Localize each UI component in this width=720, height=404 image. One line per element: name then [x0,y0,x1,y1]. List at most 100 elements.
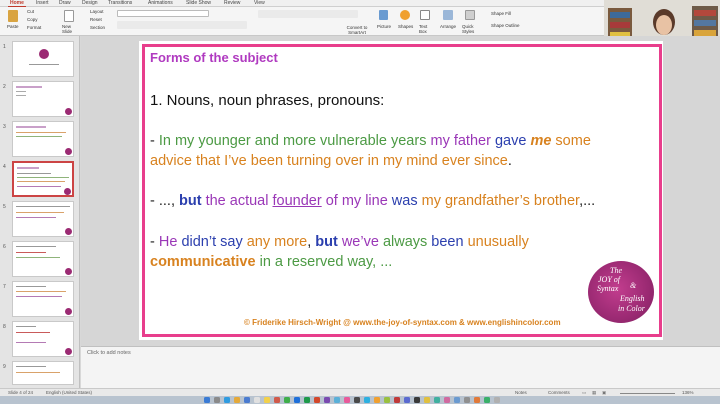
app-icon[interactable] [484,397,490,403]
app-icon[interactable] [374,397,380,403]
thumbnail-slide-4-selected[interactable] [12,161,74,197]
launchpad-icon[interactable] [214,397,220,403]
photos-icon[interactable] [274,397,280,403]
tab-transitions[interactable]: Transitions [106,0,134,7]
app-icon[interactable] [324,397,330,403]
shape-outline-button[interactable]: Shape Outline [491,23,520,29]
app-icon[interactable] [444,397,450,403]
font-name-select[interactable] [117,10,209,17]
picture-button[interactable]: Picture [377,24,391,30]
adverbial-phrase: In my younger and more vulnerable years [158,133,431,149]
sentence-1-line-1: - In my younger and more vulnerable year… [150,133,591,149]
chrome-icon[interactable] [234,397,240,403]
excel-icon[interactable] [304,397,310,403]
word-icon[interactable] [294,397,300,403]
finder-icon[interactable] [204,397,210,403]
paste-icon[interactable] [8,10,18,22]
thumbnail-slide-5[interactable] [12,201,74,237]
slide-thumbnails-pane[interactable]: 1 2 3 4 5 6 7 8 9 [0,36,80,388]
app-icon[interactable] [434,397,440,403]
tab-insert[interactable]: Insert [34,0,51,7]
thumbnail-slide-6[interactable] [12,241,74,277]
tab-view[interactable]: View [252,0,267,7]
thumbnail-slide-3[interactable] [12,121,74,157]
text-box-button[interactable]: Text Box [419,24,431,34]
subject-pronoun: He [158,234,182,250]
thumbnail-slide-9[interactable] [12,361,74,385]
trash-icon[interactable] [494,397,500,403]
notes-app-icon[interactable] [264,397,270,403]
shapes-button[interactable]: Shapes [398,24,413,30]
text-box-icon[interactable] [420,10,430,20]
tab-animations[interactable]: Animations [146,0,175,7]
thumb-number: 6 [3,244,6,250]
font-format-controls[interactable] [117,21,247,29]
thumb-number: 7 [3,284,6,290]
conjunction: but [315,234,342,250]
layout-button[interactable]: Layout [90,9,104,15]
slide-heading: 1. Nouns, noun phrases, pronouns: [150,92,385,109]
convert-smartart-button[interactable]: Convert to SmartArt [345,25,369,35]
shapes-icon[interactable] [400,10,410,20]
quick-styles-icon[interactable] [465,10,475,20]
dash: - ..., [150,193,179,209]
powerpoint-icon[interactable] [314,397,320,403]
paste-button[interactable]: Paste [7,24,19,30]
tab-slide-show[interactable]: Slide Show [184,0,213,7]
messages-icon[interactable] [284,397,290,403]
notes-placeholder[interactable]: Click to add notes [87,350,131,356]
thumb-number: 9 [3,364,6,370]
joy-of-syntax-logo: The JOY of Syntax & English in Color [588,261,654,323]
zoom-slider[interactable] [620,393,675,394]
paragraph-controls[interactable] [258,10,358,18]
tab-draw[interactable]: Draw [57,0,73,7]
subject-pronoun: we’ve [341,234,383,250]
logo-text: JOY of [598,275,620,284]
app-icon[interactable] [344,397,350,403]
calendar-icon[interactable] [254,397,260,403]
app-icon[interactable] [354,397,360,403]
thumbnail-slide-8[interactable] [12,321,74,357]
picture-icon[interactable] [379,10,388,20]
verb-word: was [391,193,422,209]
new-slide-icon[interactable] [64,10,74,22]
app-icon[interactable] [474,397,480,403]
arrange-icon[interactable] [443,10,453,20]
app-icon[interactable] [384,397,390,403]
logo-text: English [620,294,645,303]
thumb-logo-icon [64,188,71,195]
mail-icon[interactable] [244,397,250,403]
tab-review[interactable]: Review [222,0,242,7]
arrange-button[interactable]: Arrange [440,24,456,30]
app-icon[interactable] [394,397,400,403]
app-icon[interactable] [424,397,430,403]
direct-object-rest: advice that I’ve been turning over in my… [150,153,508,169]
thumbnail-slide-1[interactable] [12,41,74,77]
thumbnail-slide-7[interactable] [12,281,74,317]
reset-button[interactable]: Reset [90,17,102,23]
tab-design[interactable]: Design [80,0,100,7]
new-slide-button[interactable]: New Slide [62,24,76,34]
safari-icon[interactable] [224,397,230,403]
app-icon[interactable] [414,397,420,403]
complement: my grandfather’s brother [421,193,580,209]
notes-pane[interactable] [81,346,720,388]
app-icon[interactable] [464,397,470,403]
thumb-logo-icon [65,268,72,275]
app-icon[interactable] [454,397,460,403]
cut-button[interactable]: Cut [27,9,34,15]
thumb-logo-icon [65,348,72,355]
app-icon[interactable] [334,397,340,403]
sentence-3-line-2: communicative in a reserved way, ... [150,254,392,270]
app-icon[interactable] [364,397,370,403]
app-icon[interactable] [404,397,410,403]
section-button[interactable]: Section [90,25,105,31]
shape-fill-button[interactable]: Shape Fill [491,11,511,17]
thumbnail-slide-2[interactable] [12,81,74,117]
tab-home[interactable]: Home [8,0,26,7]
subject-phrase: my father [430,133,495,149]
quick-styles-button[interactable]: Quick Styles [462,24,478,34]
complement-end: communicative [150,254,256,270]
format-painter-button[interactable]: Format [27,25,41,31]
copy-button[interactable]: Copy [27,17,38,23]
